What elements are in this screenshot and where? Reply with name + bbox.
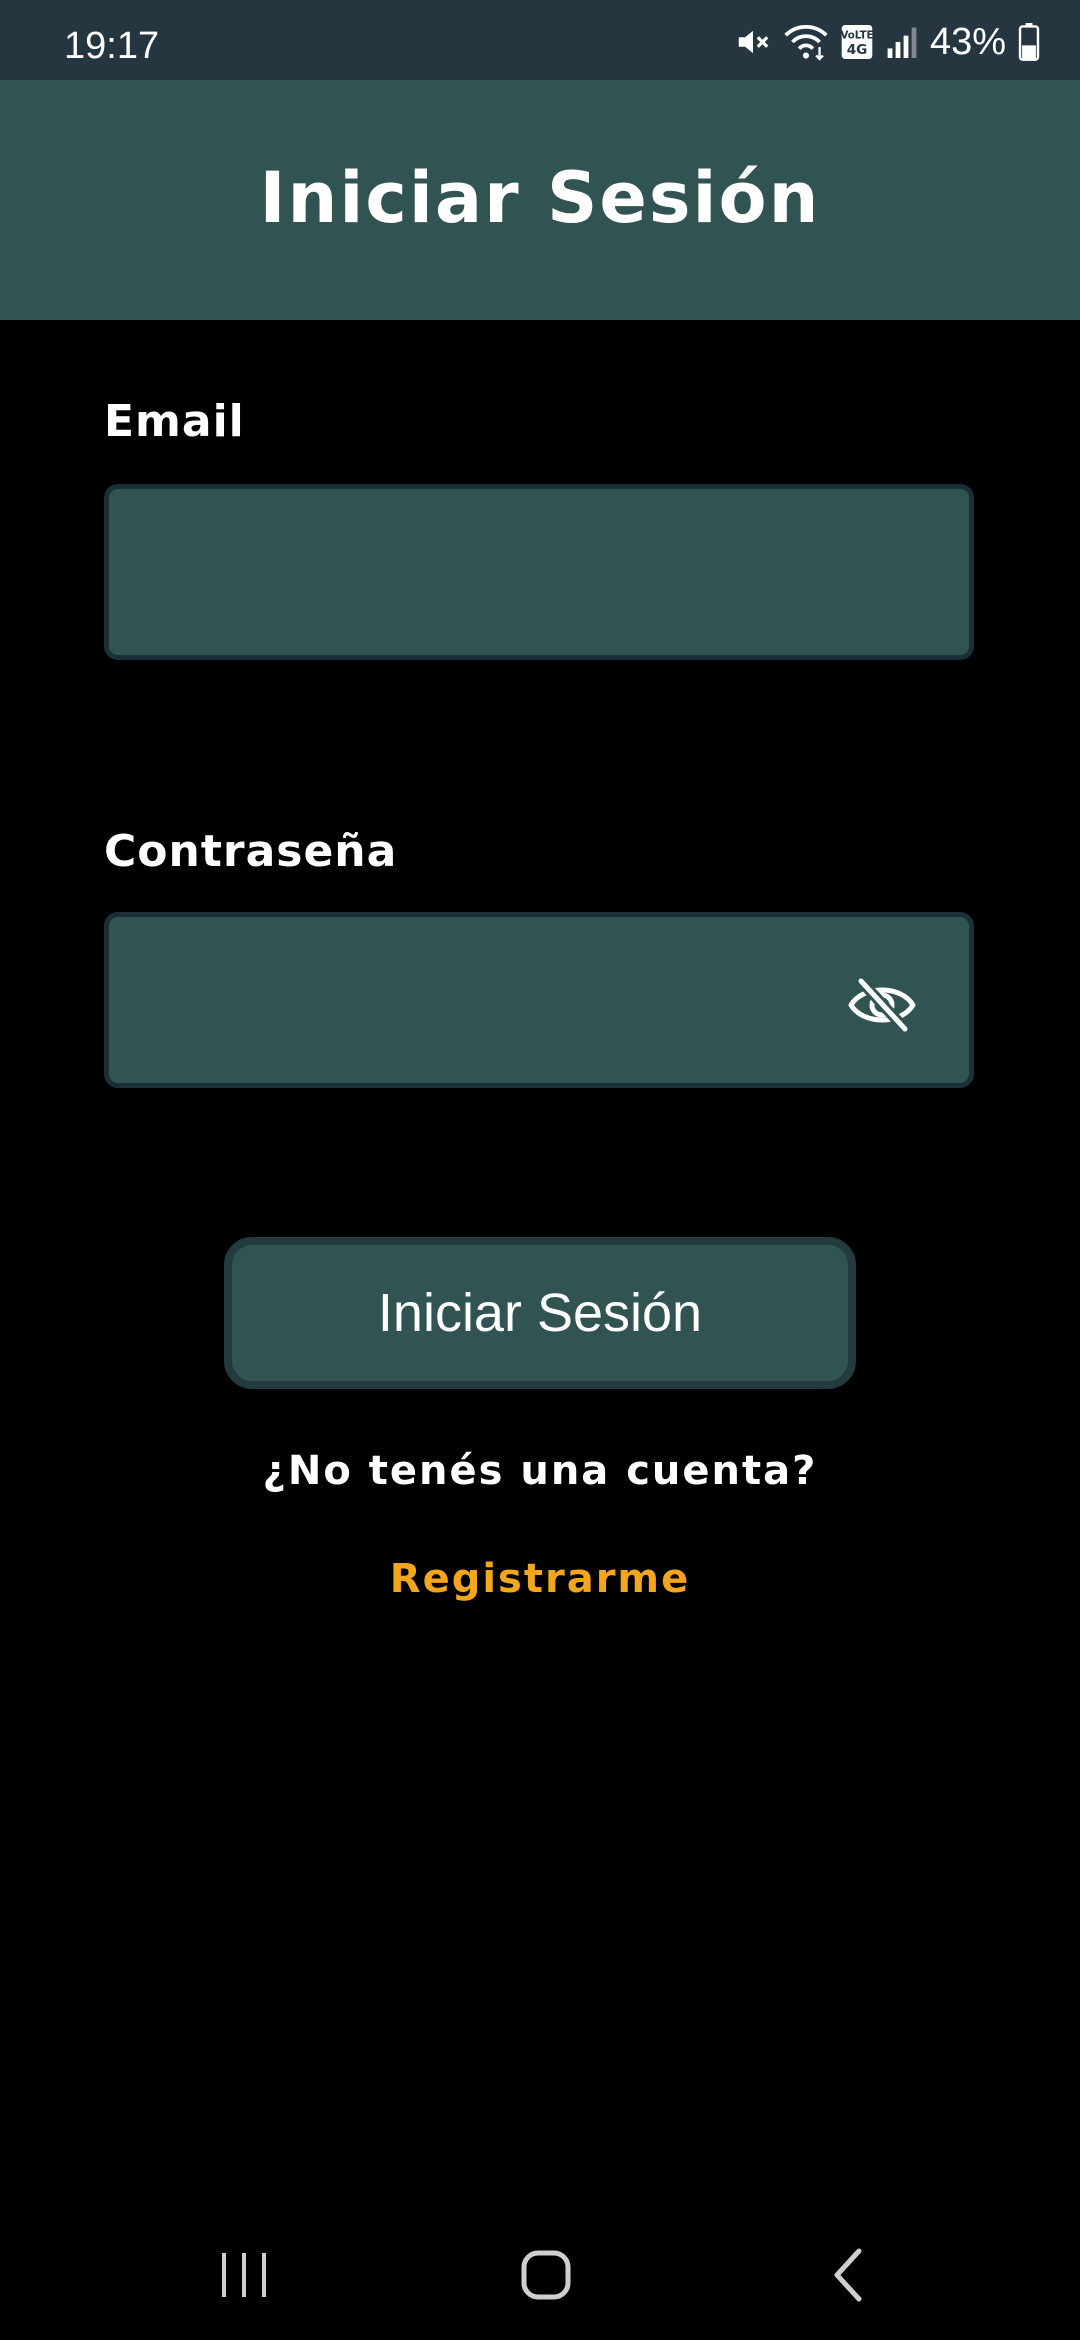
email-label: Email xyxy=(104,396,245,447)
wifi-icon xyxy=(784,23,828,61)
login-button[interactable]: Iniciar Sesión xyxy=(224,1237,856,1389)
password-field[interactable] xyxy=(139,917,903,1085)
no-account-text: ¿No tenés una cuenta? xyxy=(262,1448,818,1494)
email-field-container xyxy=(104,484,974,660)
status-time: 19:17 xyxy=(64,25,160,67)
password-label: Contraseña xyxy=(104,826,398,877)
login-screen: 19:17 VoLTE 4G 43% Iniciar Sesión Email … xyxy=(0,0,1080,2340)
system-nav-bar xyxy=(0,2210,1080,2340)
home-icon[interactable] xyxy=(486,2230,606,2320)
mute-icon xyxy=(734,23,772,61)
register-link[interactable]: Registrarme xyxy=(0,1556,1080,1602)
eye-off-icon[interactable] xyxy=(847,975,917,1035)
battery-icon xyxy=(1018,23,1040,61)
page-title: Iniciar Sesión xyxy=(259,157,821,239)
volte-4g-icon: VoLTE 4G xyxy=(840,23,874,61)
password-field-container xyxy=(104,912,974,1088)
header-bar: Iniciar Sesión xyxy=(0,80,1080,320)
back-icon[interactable] xyxy=(788,2230,908,2320)
signal-icon xyxy=(886,23,918,61)
volte-top-text: VoLTE xyxy=(840,31,873,42)
battery-percent: 43% xyxy=(929,21,1006,63)
volte-bottom-text: 4G xyxy=(847,42,868,58)
status-bar: 19:17 VoLTE 4G 43% xyxy=(0,0,1080,80)
recent-apps-icon[interactable] xyxy=(184,2230,304,2320)
status-icons: VoLTE 4G 43% xyxy=(734,20,1040,64)
email-field[interactable] xyxy=(139,489,903,657)
